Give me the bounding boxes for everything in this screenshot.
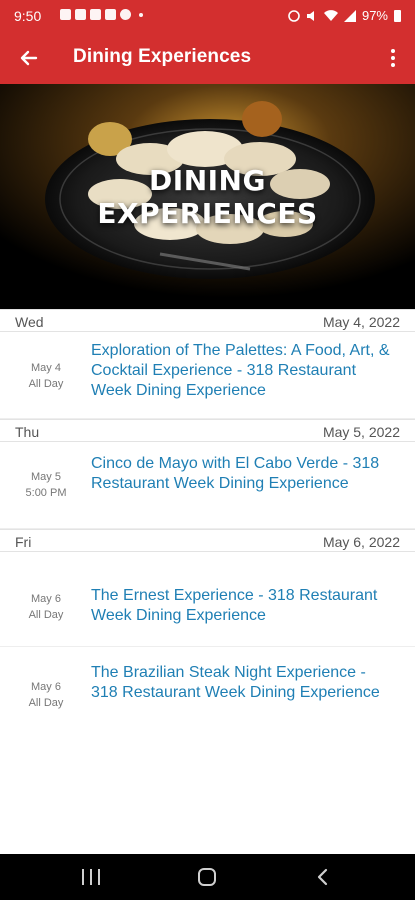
event-when: May 6 All Day [14,679,78,711]
event-row[interactable]: May 6 All Day The Ernest Experience - 31… [0,552,415,647]
youtube-icon [90,9,101,20]
event-row[interactable]: May 5 5:00 PM Cinco de Mayo with El Cabo… [0,442,415,529]
day-header: Wed May 4, 2022 [0,309,415,332]
event-time: 5:00 PM [25,487,67,499]
back-button[interactable] [12,41,46,75]
event-title[interactable]: Cinco de Mayo with El Cabo Verde - 318 R… [91,454,391,494]
event-time: All Day [28,609,64,621]
battery-icon [394,9,401,22]
notification-icon [60,9,71,20]
event-date: May 4 [31,362,61,374]
battery-percent: 97% [361,8,388,23]
event-title[interactable]: Exploration of The Palettes: A Food, Art… [91,341,391,400]
event-row[interactable]: May 4 All Day Exploration of The Palette… [0,332,415,419]
youtube-icon [105,9,116,20]
arrow-left-icon [20,50,38,66]
alarm-icon [288,9,300,22]
more-notifications-icon [139,12,143,17]
event-date: May 5 [31,471,61,483]
notification-icons [60,9,143,20]
wifi-icon [323,9,338,21]
back-icon[interactable] [313,867,333,887]
event-title[interactable]: The Ernest Experience - 318 Restaurant W… [91,586,391,626]
event-when: May 6 All Day [14,591,78,623]
event-when: May 4 All Day [14,360,78,392]
event-list: Wed May 4, 2022 May 4 All Day Exploratio… [0,309,415,742]
day-date: May 5, 2022 [322,424,400,440]
home-icon[interactable] [198,868,216,886]
event-time: All Day [28,378,64,390]
day-name: Thu [15,424,40,440]
overflow-menu-button[interactable] [381,42,405,74]
more-vert-icon [391,49,395,53]
hero-banner: DINING EXPERIENCES [0,84,415,309]
signal-icon [343,9,356,22]
mute-icon [306,10,314,21]
day-date: May 4, 2022 [322,314,400,330]
system-icons: 97% [288,8,401,23]
event-when: May 5 5:00 PM [14,469,78,501]
status-time: 9:50 [14,8,42,24]
day-name: Wed [15,314,44,330]
event-date: May 6 [31,681,61,693]
event-title[interactable]: The Brazilian Steak Night Experience - 3… [91,663,391,703]
day-header: Thu May 5, 2022 [0,419,415,442]
app-bar: Dining Experiences [0,32,415,84]
recent-apps-icon[interactable] [82,869,100,885]
day-date: May 6, 2022 [322,534,400,550]
page-title: Dining Experiences [73,46,252,67]
event-date: May 6 [31,593,61,605]
status-bar: 9:50 97% [0,0,415,32]
nfl-icon [75,9,86,20]
hero-title-line-1: DINING [149,164,266,197]
event-row[interactable]: May 6 All Day The Brazilian Steak Night … [0,647,415,742]
day-name: Fri [15,534,32,550]
reddit-icon [120,9,131,20]
hero-title-line-2: EXPERIENCES [97,197,318,230]
day-header: Fri May 6, 2022 [0,529,415,552]
system-nav-bar [0,854,415,900]
event-time: All Day [28,697,64,709]
